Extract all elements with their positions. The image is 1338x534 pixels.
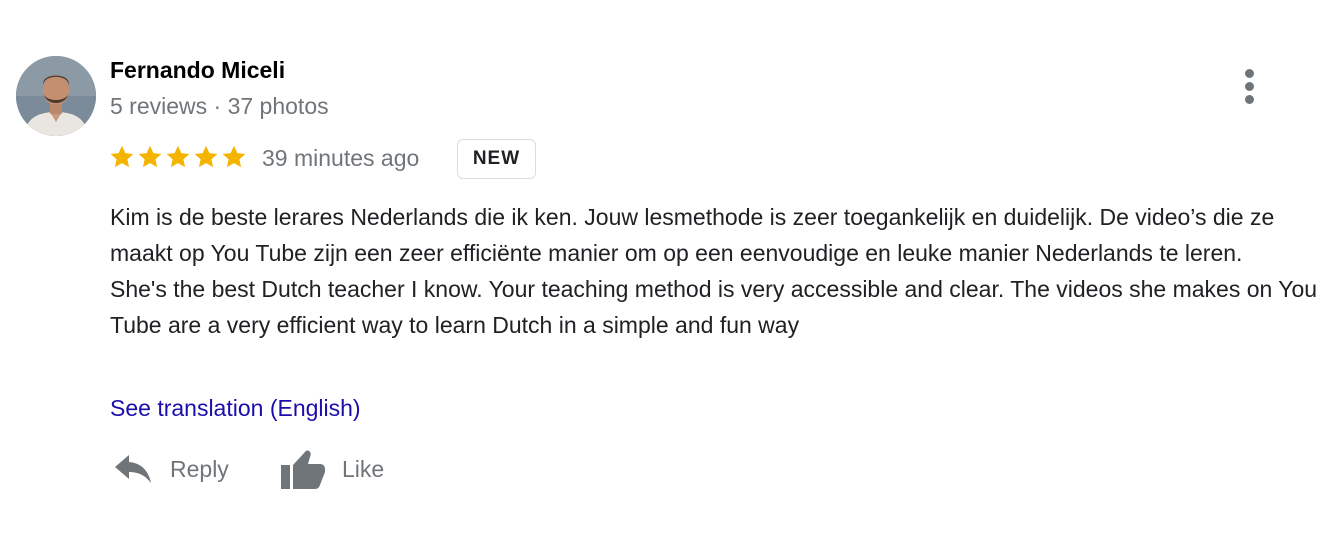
star-icon (138, 145, 162, 168)
new-badge: NEW (457, 139, 536, 179)
star-icon (194, 145, 218, 168)
more-vert-icon-dot (1245, 82, 1254, 91)
reply-button[interactable]: Reply (114, 445, 229, 493)
star-icon (222, 145, 246, 168)
like-label: Like (342, 455, 385, 482)
more-vert-icon (1245, 69, 1254, 78)
star-rating (108, 142, 248, 172)
see-translation-link[interactable]: See translation (English) (110, 395, 361, 422)
thumbs-up-icon (281, 450, 325, 489)
like-button[interactable]: Like (280, 445, 384, 493)
review-text-dutch: Kim is de beste lerares Nederlands die i… (110, 204, 1275, 266)
more-options-button[interactable] (1232, 64, 1268, 108)
reviewer-name[interactable]: Fernando Miceli (110, 57, 285, 84)
reviewer-avatar[interactable] (16, 56, 96, 136)
star-icon (110, 145, 134, 168)
reply-icon (115, 455, 151, 483)
more-vert-icon-dot (1245, 95, 1254, 104)
reply-label: Reply (170, 455, 229, 482)
reviewer-meta: 5 reviews · 37 photos (110, 93, 329, 119)
review-text-english: She's the best Dutch teacher I know. You… (110, 276, 1318, 338)
review-timestamp: 39 minutes ago (262, 145, 420, 171)
review-body: Kim is de beste lerares Nederlands die i… (110, 199, 1325, 343)
star-icon (166, 145, 190, 168)
